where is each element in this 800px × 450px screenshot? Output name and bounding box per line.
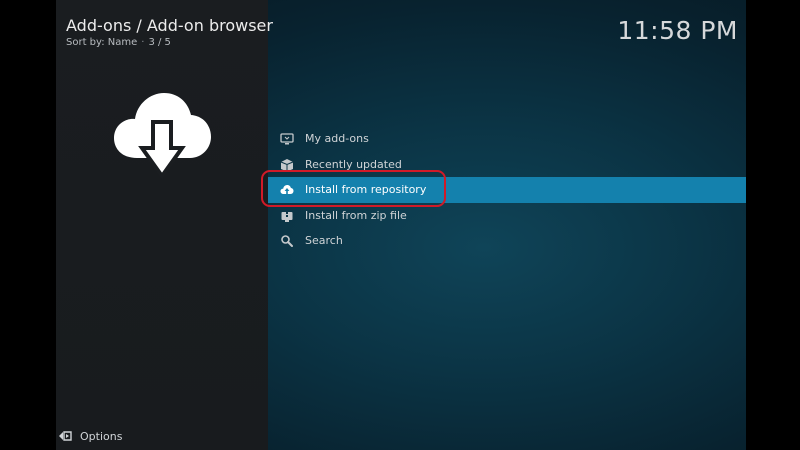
sort-label: Sort by: Name [66, 37, 138, 48]
page-title: Add-ons / Add-on browser [66, 16, 273, 35]
options-arrows-icon [59, 431, 72, 441]
monitor-addon-icon [280, 133, 294, 145]
sort-info: Sort by: Name · 3 / 5 [66, 36, 273, 50]
options-label: Options [80, 429, 123, 443]
clock: 11:58 PM [617, 16, 738, 45]
menu-item-label: Search [305, 234, 343, 247]
kodi-screen: Add-ons / Add-on browser Sort by: Name · 3… [56, 0, 746, 450]
annotation-highlight-ring [261, 170, 446, 207]
menu-item-search[interactable]: Search [268, 228, 746, 254]
left-info-panel [56, 0, 268, 450]
header: Add-ons / Add-on browser Sort by: Name · 3… [66, 16, 273, 50]
menu-item-label: Install from zip file [305, 208, 407, 222]
options-button[interactable]: Options [58, 429, 122, 443]
item-position: 3 / 5 [148, 37, 171, 48]
cloud-download-icon [114, 93, 211, 180]
separator: · [141, 37, 145, 48]
menu-item-my-addons[interactable]: My add-ons [268, 126, 746, 152]
search-icon [281, 235, 293, 247]
menu-item-label: My add-ons [305, 132, 369, 145]
zip-file-icon [281, 211, 293, 222]
